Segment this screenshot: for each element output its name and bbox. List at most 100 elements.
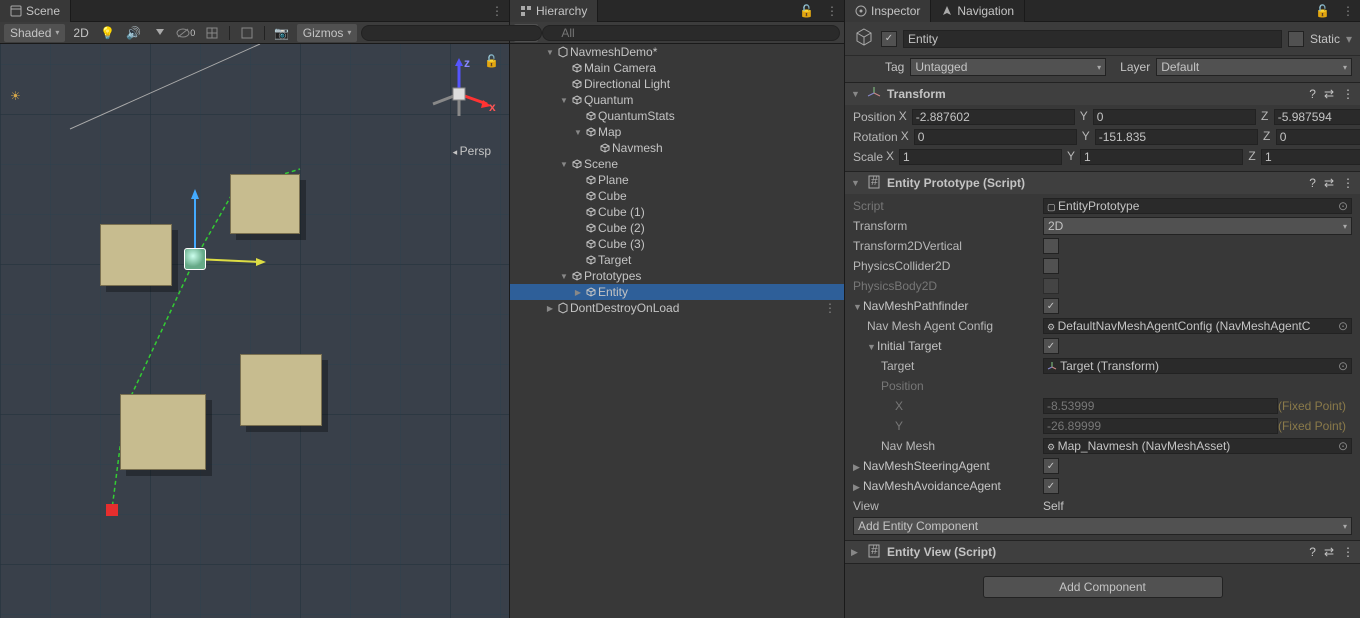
row-menu-icon[interactable]: ⋮ — [824, 301, 844, 315]
static-dropdown-icon[interactable]: ▾ — [1346, 32, 1352, 46]
rotation-z[interactable] — [1276, 129, 1360, 145]
preset-icon[interactable]: ⇄ — [1324, 545, 1334, 559]
hierarchy-row[interactable]: ▼Map — [510, 124, 844, 140]
scene-search[interactable] — [361, 25, 542, 41]
hierarchy-row[interactable]: ▼Quantum — [510, 92, 844, 108]
scene-cube[interactable] — [240, 354, 322, 426]
tab-inspector[interactable]: Inspector — [845, 0, 931, 22]
menu-icon[interactable]: ⋮ — [1342, 176, 1354, 190]
hierarchy-row[interactable]: ▶Entity — [510, 284, 844, 300]
gameobject-name-input[interactable] — [903, 30, 1282, 48]
hierarchy-row[interactable]: Target — [510, 252, 844, 268]
scene-cube[interactable] — [120, 394, 206, 470]
layer-dropdown[interactable]: Default — [1156, 58, 1352, 76]
position-x[interactable] — [912, 109, 1075, 125]
fold-icon[interactable] — [572, 190, 584, 202]
script-field[interactable]: ▢ EntityPrototype⊙ — [1043, 198, 1352, 214]
scene-cube[interactable] — [100, 224, 172, 286]
menu-icon[interactable]: ⋮ — [1342, 87, 1354, 101]
fold-icon[interactable] — [572, 174, 584, 186]
scene-viewport[interactable]: ☀ z x 🔓 ◂ Persp — [0, 44, 509, 618]
inspector-lock-icon[interactable]: 🔓 — [1309, 4, 1336, 18]
fold-icon[interactable] — [572, 254, 584, 266]
hierarchy-tree[interactable]: ▼NavmeshDemo*Main CameraDirectional Ligh… — [510, 44, 844, 618]
hierarchy-row[interactable]: ▼Scene — [510, 156, 844, 172]
audio-toggle-icon[interactable]: 🔊 — [123, 24, 145, 42]
steering-toggle[interactable] — [1043, 458, 1059, 474]
add-entity-component-dropdown[interactable]: Add Entity Component — [853, 517, 1352, 535]
grid-icon[interactable] — [201, 24, 223, 42]
entity-prototype-header[interactable]: ▼ # Entity Prototype (Script) ?⇄⋮ — [845, 172, 1360, 194]
hierarchy-search[interactable] — [542, 25, 840, 41]
fold-icon[interactable]: ▶ — [572, 286, 584, 298]
hierarchy-row[interactable]: QuantumStats — [510, 108, 844, 124]
fx-toggle-icon[interactable] — [149, 24, 171, 42]
entity-view-header[interactable]: ▶ # Entity View (Script) ?⇄⋮ — [845, 541, 1360, 563]
preset-icon[interactable]: ⇄ — [1324, 87, 1334, 101]
rotation-x[interactable] — [914, 129, 1077, 145]
camera-icon[interactable]: 📷 — [271, 24, 293, 42]
scene-tab-menu[interactable]: ⋮ — [485, 4, 509, 18]
scale-x[interactable] — [899, 149, 1062, 165]
fold-icon[interactable] — [572, 206, 584, 218]
lock-icon[interactable]: 🔓 — [484, 54, 499, 68]
tool-icon[interactable] — [236, 24, 258, 42]
scale-z[interactable] — [1261, 149, 1360, 165]
hierarchy-row[interactable]: Cube (3) — [510, 236, 844, 252]
transform2dvertical-toggle[interactable] — [1043, 238, 1059, 254]
initial-target-toggle[interactable] — [1043, 338, 1059, 354]
gameobject-active-toggle[interactable] — [881, 31, 897, 47]
static-toggle[interactable] — [1288, 31, 1304, 47]
navmeshpathfinder-toggle[interactable] — [1043, 298, 1059, 314]
scale-y[interactable] — [1080, 149, 1243, 165]
selected-entity-gizmo[interactable] — [184, 248, 206, 270]
tab-scene[interactable]: Scene — [0, 0, 71, 22]
fold-icon[interactable] — [558, 62, 570, 74]
hierarchy-row[interactable]: Cube (1) — [510, 204, 844, 220]
fold-icon[interactable] — [572, 222, 584, 234]
hierarchy-row[interactable]: ▼Prototypes — [510, 268, 844, 284]
fold-icon[interactable]: ▶ — [544, 302, 556, 314]
tag-dropdown[interactable]: Untagged — [910, 58, 1106, 76]
hidden-icon[interactable]: 0 — [175, 24, 197, 42]
hierarchy-row[interactable]: Cube (2) — [510, 220, 844, 236]
agent-config-field[interactable]: ⚙ DefaultNavMeshAgentConfig (NavMeshAgen… — [1043, 318, 1352, 334]
preset-icon[interactable]: ⇄ — [1324, 176, 1334, 190]
position-y[interactable] — [1093, 109, 1256, 125]
hierarchy-row[interactable]: Cube — [510, 188, 844, 204]
persp-label[interactable]: ◂ Persp — [453, 144, 491, 158]
hierarchy-lock-icon[interactable]: 🔓 — [793, 4, 820, 18]
hierarchy-row[interactable]: ▶DontDestroyOnLoad⋮ — [510, 300, 844, 316]
avoidance-toggle[interactable] — [1043, 478, 1059, 494]
fold-icon[interactable]: ▼ — [558, 270, 570, 282]
rotation-y[interactable] — [1095, 129, 1258, 145]
fold-icon[interactable]: ▼ — [558, 94, 570, 106]
shading-dropdown[interactable]: Shaded — [4, 24, 65, 42]
help-icon[interactable]: ? — [1309, 87, 1316, 101]
hierarchy-row[interactable]: Plane — [510, 172, 844, 188]
fold-icon[interactable] — [558, 78, 570, 90]
help-icon[interactable]: ? — [1309, 176, 1316, 190]
gizmos-dropdown[interactable]: Gizmos — [297, 24, 358, 42]
add-component-button[interactable]: Add Component — [983, 576, 1223, 598]
transform-header[interactable]: ▼ Transform ?⇄⋮ — [845, 83, 1360, 105]
scene-cube[interactable] — [230, 174, 300, 234]
fold-icon[interactable]: ▼ — [544, 46, 556, 58]
lighting-toggle-icon[interactable]: 💡 — [97, 24, 119, 42]
fold-icon[interactable] — [572, 110, 584, 122]
target-field[interactable]: Target (Transform)⊙ — [1043, 358, 1352, 374]
hierarchy-row[interactable]: Navmesh — [510, 140, 844, 156]
hierarchy-row[interactable]: Main Camera — [510, 60, 844, 76]
hierarchy-row[interactable]: Directional Light — [510, 76, 844, 92]
menu-icon[interactable]: ⋮ — [1342, 545, 1354, 559]
fold-icon[interactable] — [572, 238, 584, 250]
physicscollider2d-toggle[interactable] — [1043, 258, 1059, 274]
transform-mode-dropdown[interactable]: 2D — [1043, 217, 1352, 235]
navmesh-field[interactable]: ⚙ Map_Navmesh (NavMeshAsset)⊙ — [1043, 438, 1352, 454]
tab-hierarchy[interactable]: Hierarchy — [510, 0, 598, 22]
hierarchy-tab-menu[interactable]: ⋮ — [820, 4, 844, 18]
help-icon[interactable]: ? — [1309, 545, 1316, 559]
tab-navigation[interactable]: Navigation — [931, 0, 1025, 22]
orientation-gizmo[interactable]: z x 🔓 — [419, 54, 499, 134]
fold-icon[interactable]: ▼ — [558, 158, 570, 170]
